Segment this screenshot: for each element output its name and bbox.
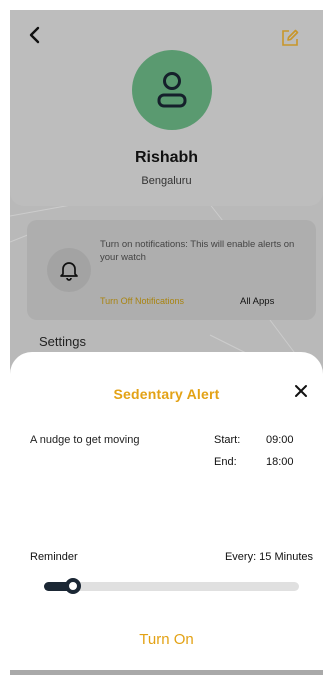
slider-thumb[interactable] (65, 578, 81, 594)
reminder-interval: Every: 15 Minutes (224, 551, 313, 563)
edit-icon (282, 29, 299, 46)
chevron-left-icon (29, 26, 40, 44)
notification-card: Turn on notifications: This will enable … (27, 220, 316, 320)
end-label: End: (214, 456, 237, 468)
start-time[interactable]: 09:00 (266, 434, 294, 446)
profile-city: Bengaluru (141, 175, 192, 187)
avatar (132, 50, 212, 130)
home-indicator-bar (10, 670, 323, 675)
all-apps-link[interactable]: All Apps (240, 296, 274, 307)
sedentary-alert-sheet: Sedentary Alert A nudge to get moving St… (10, 352, 323, 670)
bell-badge (47, 248, 91, 292)
user-icon (157, 72, 187, 108)
notification-text: Turn on notifications: This will enable … (100, 239, 295, 263)
turn-off-notifications-link[interactable]: Turn Off Notifications (100, 296, 184, 306)
back-button[interactable] (24, 24, 46, 46)
close-icon (295, 385, 307, 397)
end-time[interactable]: 18:00 (266, 456, 294, 468)
alert-description: A nudge to get moving (30, 434, 140, 446)
sheet-title: Sedentary Alert (113, 386, 220, 402)
turn-on-button[interactable]: Turn On (10, 631, 323, 648)
reminder-slider[interactable] (44, 578, 299, 594)
close-button[interactable] (292, 382, 310, 400)
bell-icon (60, 262, 78, 281)
screen: Rishabh Bengaluru Turn on notifications:… (10, 10, 323, 675)
settings-heading: Settings (39, 334, 86, 349)
start-label: Start: (214, 434, 241, 446)
profile-name: Rishabh (134, 149, 199, 166)
edit-profile-button[interactable] (280, 28, 302, 50)
reminder-label: Reminder (30, 551, 78, 563)
profile-card: Rishabh Bengaluru (10, 10, 323, 206)
